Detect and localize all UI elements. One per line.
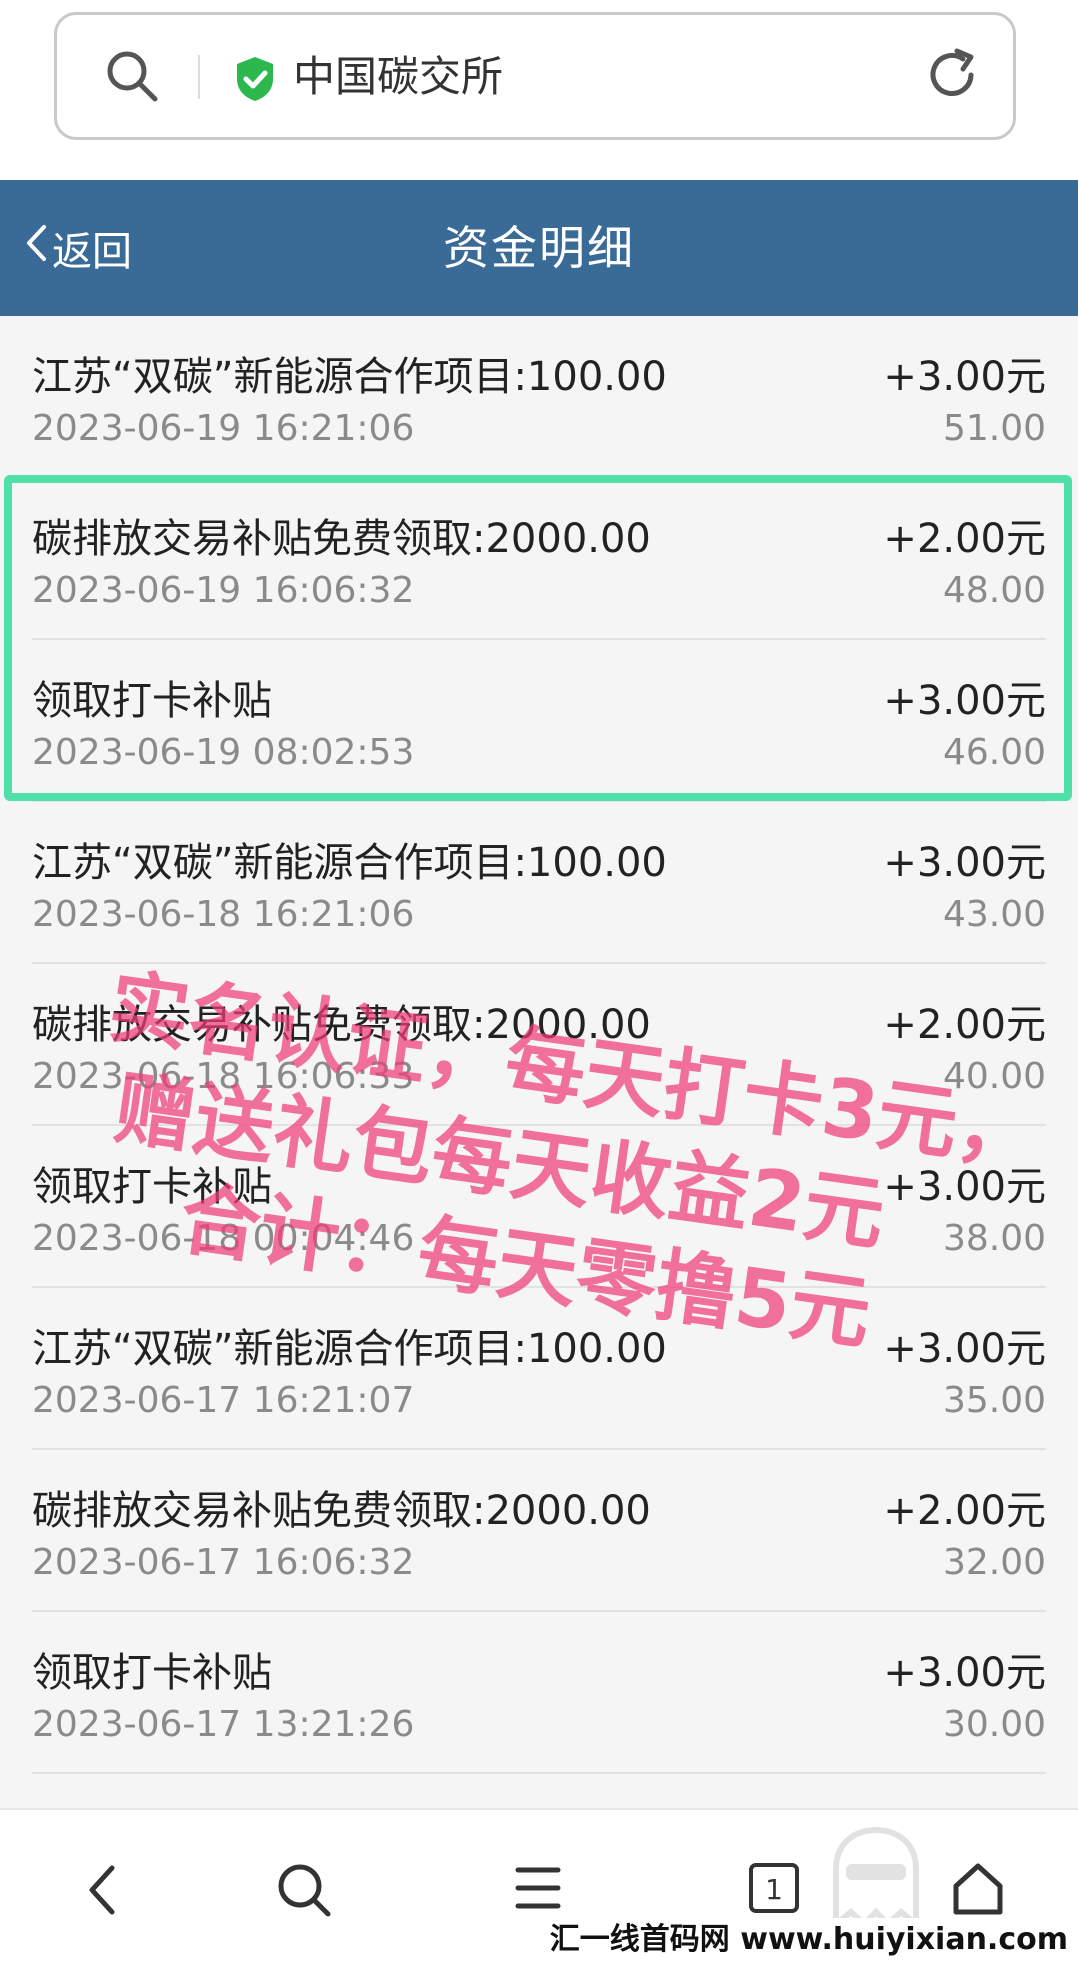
search-icon[interactable]	[276, 1862, 332, 1922]
record-description: 碳排放交易补贴免费领取:2000.00	[32, 1488, 651, 1534]
record-amount: +3.00元	[883, 1650, 1046, 1696]
record-balance: 43.00	[942, 894, 1046, 935]
record-balance: 38.00	[942, 1218, 1046, 1259]
record-amount: +3.00元	[883, 678, 1046, 724]
record-description: 江苏“双碳”新能源合作项目:100.00	[32, 354, 667, 400]
record-amount: +2.00元	[883, 1002, 1046, 1048]
page-title: 资金明细	[443, 221, 635, 275]
back-button[interactable]: 返回	[24, 218, 132, 278]
list-item[interactable]: 碳排放交易补贴免费领取:2000.00 +2.00元 2023-06-19 16…	[32, 478, 1046, 640]
list-item[interactable]: 领取打卡补贴 +3.00元 2023-06-18 00:04:46 38.00	[32, 1126, 1046, 1288]
record-time: 2023-06-18 16:06:33	[32, 1056, 415, 1097]
record-time: 2023-06-19 08:02:53	[32, 732, 415, 773]
fund-detail-list: 江苏“双碳”新能源合作项目:100.00 +3.00元 2023-06-19 1…	[0, 316, 1078, 1774]
record-amount: +3.00元	[883, 1326, 1046, 1372]
record-description: 领取打卡补贴	[32, 1164, 272, 1210]
record-description: 江苏“双碳”新能源合作项目:100.00	[32, 1326, 667, 1372]
record-amount: +3.00元	[883, 354, 1046, 400]
list-item[interactable]: 江苏“双碳”新能源合作项目:100.00 +3.00元 2023-06-19 1…	[32, 316, 1046, 478]
home-icon[interactable]	[952, 1862, 1004, 1920]
record-balance: 46.00	[942, 732, 1046, 773]
back-label: 返回	[52, 229, 132, 275]
record-time: 2023-06-17 16:06:32	[32, 1542, 415, 1583]
record-balance: 51.00	[942, 408, 1046, 449]
menu-icon[interactable]	[514, 1862, 562, 1918]
list-item[interactable]: 江苏“双碳”新能源合作项目:100.00 +3.00元 2023-06-17 1…	[32, 1288, 1046, 1450]
footer-site-text: 汇一线首码网 www.huiyixian.com	[549, 1922, 1068, 1957]
record-balance: 40.00	[942, 1056, 1046, 1097]
site-name: 中国碳交所	[293, 52, 504, 101]
record-amount: +2.00元	[883, 1488, 1046, 1534]
footer-strip: 汇一线首码网 www.huiyixian.com	[0, 1918, 1078, 1962]
app-header: 资金明细 返回	[0, 180, 1078, 316]
tab-count: 1	[765, 1873, 783, 1906]
tabs-icon[interactable]: 1	[748, 1862, 800, 1918]
record-balance: 30.00	[942, 1704, 1046, 1745]
record-time: 2023-06-17 13:21:26	[32, 1704, 415, 1745]
address-divider	[198, 55, 200, 99]
record-time: 2023-06-18 00:04:46	[32, 1218, 415, 1259]
record-amount: +3.00元	[883, 1164, 1046, 1210]
record-time: 2023-06-19 16:21:06	[32, 408, 415, 449]
list-item[interactable]: 碳排放交易补贴免费领取:2000.00 +2.00元 2023-06-17 16…	[32, 1450, 1046, 1612]
record-balance: 32.00	[942, 1542, 1046, 1583]
record-description: 领取打卡补贴	[32, 1650, 272, 1696]
record-description: 碳排放交易补贴免费领取:2000.00	[32, 1002, 651, 1048]
record-balance: 35.00	[942, 1380, 1046, 1421]
record-balance: 48.00	[942, 570, 1046, 611]
address-bar[interactable]: 中国碳交所	[54, 12, 1016, 140]
list-item[interactable]: 领取打卡补贴 +3.00元 2023-06-19 08:02:53 46.00	[32, 640, 1046, 802]
record-description: 江苏“双碳”新能源合作项目:100.00	[32, 840, 667, 886]
record-description: 碳排放交易补贴免费领取:2000.00	[32, 516, 651, 562]
record-time: 2023-06-17 16:21:07	[32, 1380, 415, 1421]
chevron-left-icon	[24, 223, 52, 273]
record-amount: +2.00元	[883, 516, 1046, 562]
list-item[interactable]: 领取打卡补贴 +3.00元 2023-06-17 13:21:26 30.00	[32, 1612, 1046, 1774]
list-item[interactable]: 碳排放交易补贴免费领取:2000.00 +2.00元 2023-06-18 16…	[32, 964, 1046, 1126]
record-description: 领取打卡补贴	[32, 678, 272, 724]
search-icon[interactable]	[103, 47, 161, 109]
record-time: 2023-06-19 16:06:32	[32, 570, 415, 611]
back-icon[interactable]	[82, 1862, 122, 1922]
shield-check-icon	[233, 55, 277, 107]
record-time: 2023-06-18 16:21:06	[32, 894, 415, 935]
record-amount: +3.00元	[883, 840, 1046, 886]
reload-icon[interactable]	[925, 45, 981, 109]
browser-top-bar: 中国碳交所	[0, 0, 1078, 180]
list-item[interactable]: 江苏“双碳”新能源合作项目:100.00 +3.00元 2023-06-18 1…	[32, 802, 1046, 964]
